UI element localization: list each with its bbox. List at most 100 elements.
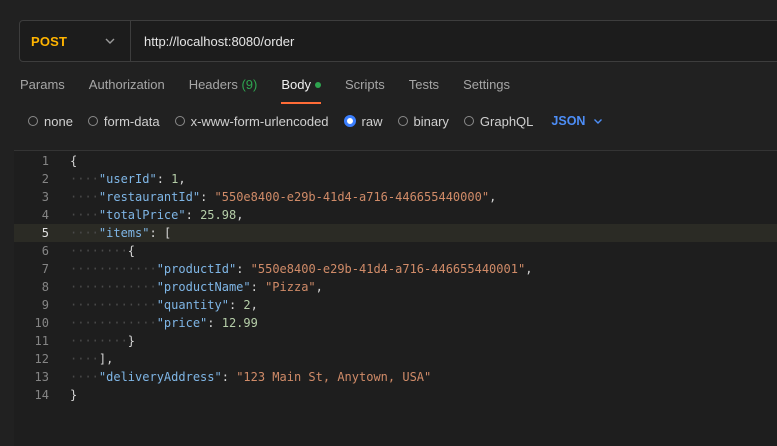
tab-count-badge: (9) xyxy=(241,77,258,92)
code-line[interactable]: 5 ····"items": [ xyxy=(14,224,777,242)
code-line[interactable]: 7 ············"productId": "550e8400-e29b… xyxy=(14,260,777,278)
code-line[interactable]: 8 ············"productName": "Pizza", xyxy=(14,278,777,296)
code-token: ············ xyxy=(70,280,157,294)
request-bar: POST http://localhost:8080/order xyxy=(19,20,777,62)
code-token: 25.98 xyxy=(200,208,237,222)
code-token: ···· xyxy=(70,226,99,240)
request-editor-panel: POST http://localhost:8080/order Params A… xyxy=(0,0,777,446)
code-editor[interactable]: 1{2 ····"userId": 1, 3 ····"restaurantId": … xyxy=(14,150,777,446)
code-token: , xyxy=(489,190,497,204)
line-number: 12 xyxy=(34,352,49,366)
code-line[interactable]: 14} xyxy=(14,386,777,404)
code-line[interactable]: 4 ····"totalPrice": 25.98, xyxy=(14,206,777,224)
code-line[interactable]: 2 ····"userId": 1, xyxy=(14,170,777,188)
method-select[interactable]: POST xyxy=(20,21,131,61)
code-token: "550e8400-e29b-41d4-a716-446655440001" xyxy=(250,262,526,276)
tab-settings[interactable]: Settings xyxy=(463,72,510,102)
code-token: "userId" xyxy=(98,172,157,186)
tab-params[interactable]: Params xyxy=(20,72,65,102)
code-line[interactable]: 3 ····"restaurantId": "550e8400-e29b-41d4… xyxy=(14,188,777,206)
code-text: ········} xyxy=(70,332,135,350)
code-token: ···· xyxy=(70,208,99,222)
code-token: , xyxy=(250,298,258,312)
radio-raw[interactable]: raw xyxy=(343,113,383,129)
tab-scripts[interactable]: Scripts xyxy=(345,72,385,102)
radio-circle-icon xyxy=(174,116,185,126)
radio-graphql[interactable]: GraphQL xyxy=(463,113,534,129)
code-token: "productName" xyxy=(156,280,251,294)
radio-circle-icon xyxy=(87,116,98,126)
radio-label: binary xyxy=(413,113,449,129)
code-token: : xyxy=(236,262,251,276)
modified-dot-icon xyxy=(314,81,321,88)
line-number: 13 xyxy=(34,370,49,384)
code-token: , xyxy=(178,172,186,186)
code-token: ···· xyxy=(70,352,99,366)
code-token: "deliveryAddress" xyxy=(98,370,222,384)
line-number: 1 xyxy=(41,154,49,168)
code-token: } xyxy=(70,388,78,402)
format-select[interactable]: JSON xyxy=(551,114,603,128)
line-number: 10 xyxy=(34,316,49,330)
code-token: "123 Main St, Anytown, USA" xyxy=(236,370,432,384)
request-tabs: Params Authorization Headers (9) Body Script… xyxy=(20,72,534,104)
body-type-selector: none form-data x-www-form-urlencoded raw bin… xyxy=(28,110,603,132)
radio-circle-icon xyxy=(343,115,356,127)
format-label: JSON xyxy=(551,114,586,128)
radio-x-www-form-urlencoded[interactable]: x-www-form-urlencoded xyxy=(174,114,329,129)
code-text: ············"quantity": 2, xyxy=(70,296,258,314)
code-line[interactable]: 12 ····], xyxy=(14,350,777,368)
code-token: , xyxy=(106,352,114,366)
code-text: ············"productId": "550e8400-e29b-… xyxy=(70,260,532,278)
radio-circle-icon xyxy=(397,116,408,126)
code-token: ········ xyxy=(70,334,128,348)
radio-label: raw xyxy=(361,113,383,129)
radio-binary[interactable]: binary xyxy=(397,113,449,129)
line-number: 8 xyxy=(41,280,49,294)
code-text: ············"productName": "Pizza", xyxy=(70,278,323,296)
chevron-down-icon xyxy=(105,38,115,44)
code-text: ····"deliveryAddress": "123 Main St, Any… xyxy=(70,368,431,386)
code-text: { xyxy=(70,152,77,170)
code-line[interactable]: 13 ····"deliveryAddress": "123 Main St, A… xyxy=(14,368,777,386)
code-text: ············"price": 12.99 xyxy=(70,314,258,332)
tab-headers[interactable]: Headers (9) xyxy=(189,72,258,102)
code-line[interactable]: 10 ············"price": 12.99 xyxy=(14,314,777,332)
line-number: 11 xyxy=(34,334,49,348)
code-token: } xyxy=(127,334,136,348)
code-token: ···· xyxy=(70,190,99,204)
tab-body[interactable]: Body xyxy=(281,72,321,104)
line-number: 2 xyxy=(41,172,49,186)
tab-tests[interactable]: Tests xyxy=(409,72,439,102)
line-number: 9 xyxy=(41,298,49,312)
tab-label: Tests xyxy=(408,77,440,92)
radio-circle-icon xyxy=(28,116,38,126)
code-text: ····"totalPrice": 25.98, xyxy=(70,206,243,224)
radio-label: GraphQL xyxy=(479,113,534,129)
tab-label: Params xyxy=(20,77,65,92)
code-token: 12.99 xyxy=(221,316,258,330)
code-line[interactable]: 11 ········} xyxy=(14,332,777,350)
radio-form-data[interactable]: form-data xyxy=(87,114,160,129)
code-line[interactable]: 6 ········{ xyxy=(14,242,777,260)
code-line[interactable]: 1{ xyxy=(14,152,777,170)
line-number: 7 xyxy=(41,262,49,276)
radio-label: none xyxy=(44,113,73,129)
code-token: "price" xyxy=(156,316,208,330)
tab-label: Scripts xyxy=(344,77,385,92)
code-text: ····"userId": 1, xyxy=(70,170,186,188)
code-token: : xyxy=(156,172,172,186)
code-line[interactable]: 9 ············"quantity": 2, xyxy=(14,296,777,314)
tab-label: Body xyxy=(281,77,311,92)
tab-label: Authorization xyxy=(88,77,165,92)
line-number: 4 xyxy=(41,208,49,222)
line-number: 6 xyxy=(41,244,49,258)
code-token: ···· xyxy=(70,370,99,384)
tab-authorization[interactable]: Authorization xyxy=(89,72,165,102)
code-token: : xyxy=(207,316,222,330)
radio-none[interactable]: none xyxy=(28,114,73,129)
code-token: : xyxy=(221,370,237,384)
code-token: "restaurantId" xyxy=(98,190,201,204)
code-token: : xyxy=(228,298,244,312)
url-input[interactable]: http://localhost:8080/order xyxy=(131,34,294,49)
